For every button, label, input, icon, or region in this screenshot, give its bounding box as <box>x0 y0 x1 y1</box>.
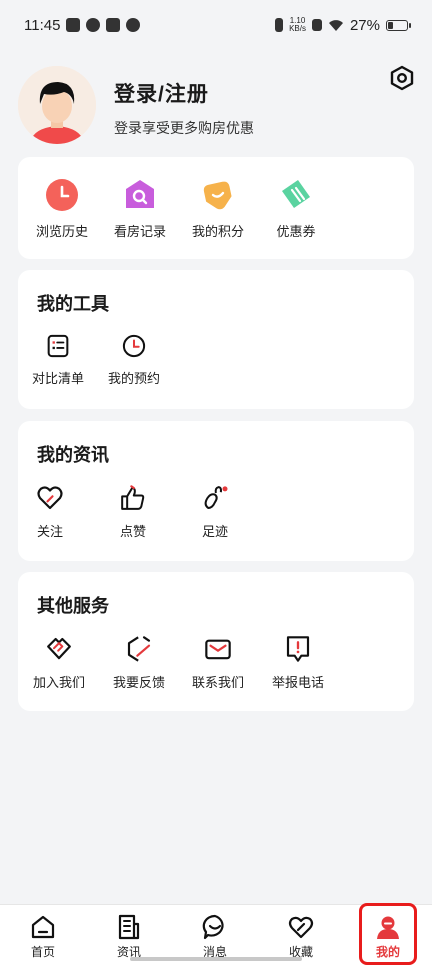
feedback-icon <box>127 636 151 662</box>
news-label: 点赞 <box>119 524 146 539</box>
news-label: 足迹 <box>201 524 228 539</box>
mail-icon <box>205 639 231 660</box>
house-search-icon <box>126 180 154 208</box>
ticket-icon <box>282 180 310 208</box>
wechat-icon <box>126 18 141 32</box>
tab-mine[interactable]: 我的 <box>359 903 417 965</box>
quick-actions-card: 浏览历史 看房记录 我的积分 优惠券 <box>18 157 414 259</box>
network-speed-unit: KB/s <box>289 24 306 33</box>
heart-icon <box>37 486 63 510</box>
service-contact-us[interactable]: 联系我们 <box>182 634 254 691</box>
tab-active-highlight <box>359 903 417 965</box>
message-icon <box>202 914 224 940</box>
status-left: 11:45 <box>24 16 141 34</box>
login-subtitle: 登录享受更多购房优惠 <box>114 120 254 136</box>
tool-compare-list[interactable]: 对比清单 <box>22 332 94 387</box>
tool-label: 我的预约 <box>107 371 160 386</box>
avatar-icon <box>18 66 96 144</box>
news-icon <box>118 914 140 940</box>
tab-messages[interactable]: 消息 <box>172 905 258 965</box>
quick-action-browse-history[interactable]: 浏览历史 <box>26 177 98 240</box>
tab-favorites[interactable]: 收藏 <box>258 905 344 965</box>
heart-icon <box>288 916 314 939</box>
tool-my-appointments[interactable]: 我的预约 <box>98 332 170 387</box>
service-label: 加入我们 <box>32 675 85 690</box>
services-title: 其他服务 <box>37 596 109 616</box>
points-tag-icon <box>203 181 232 210</box>
list-icon <box>47 334 69 358</box>
service-label: 联系我们 <box>191 675 244 690</box>
tab-home[interactable]: 首页 <box>0 905 86 965</box>
battery-percent: 27% <box>349 16 380 34</box>
tools-card: 我的工具 对比清单 我的预约 <box>18 270 414 409</box>
status-bar: 11:45 1.10 KB/s 27% <box>0 0 432 50</box>
footprint-icon <box>204 486 228 510</box>
status-time: 11:45 <box>24 16 61 34</box>
service-label: 举报电话 <box>271 675 324 690</box>
news-title: 我的资讯 <box>37 445 109 465</box>
news-follow[interactable]: 关注 <box>14 483 86 540</box>
tab-label: 首页 <box>30 945 55 959</box>
report-icon <box>286 636 310 662</box>
news-card: 我的资讯 关注 点赞 足迹 <box>18 421 414 561</box>
service-join-us[interactable]: 加入我们 <box>23 634 95 691</box>
quick-action-coupon[interactable]: 优惠券 <box>260 177 332 240</box>
app-notification-icon <box>106 18 121 32</box>
battery-icon <box>386 19 411 31</box>
check-icon <box>86 18 101 32</box>
service-feedback[interactable]: 我要反馈 <box>103 634 175 691</box>
news-footprint[interactable]: 足迹 <box>179 483 251 540</box>
service-label: 我要反馈 <box>112 675 165 690</box>
status-right: 1.10 KB/s 27% <box>275 16 411 34</box>
tab-news[interactable]: 资讯 <box>86 905 172 965</box>
avatar[interactable] <box>18 66 96 144</box>
handshake-icon <box>47 637 71 660</box>
vibrate-icon <box>275 18 284 32</box>
sim-icon <box>311 19 322 31</box>
quick-action-label: 优惠券 <box>276 224 316 239</box>
profile-header[interactable]: 登录/注册 登录享受更多购房优惠 <box>18 66 414 146</box>
home-icon <box>31 915 55 939</box>
bottom-tab-bar: 首页 资讯 消息 收藏 我的 <box>0 903 432 965</box>
service-report-phone[interactable]: 举报电话 <box>262 634 334 691</box>
quick-action-points[interactable]: 我的积分 <box>182 177 254 240</box>
tool-label: 对比清单 <box>31 371 84 386</box>
tools-title: 我的工具 <box>37 294 109 314</box>
news-likes[interactable]: 点赞 <box>97 483 169 540</box>
login-register-title[interactable]: 登录/注册 <box>114 78 209 108</box>
clock-icon <box>46 179 78 211</box>
network-speed: 1.10 KB/s <box>289 17 306 33</box>
quick-action-label: 我的积分 <box>191 224 244 239</box>
notification-icon <box>66 18 81 32</box>
quick-action-label: 浏览历史 <box>35 224 88 239</box>
thumbs-up-icon <box>121 485 145 510</box>
wifi-icon <box>328 19 343 31</box>
services-card: 其他服务 加入我们 我要反馈 联系我们 举报电话 <box>18 572 414 711</box>
quick-action-viewing-record[interactable]: 看房记录 <box>104 177 176 240</box>
news-label: 关注 <box>36 524 63 539</box>
clock-icon <box>122 334 146 358</box>
home-indicator <box>130 957 302 961</box>
quick-action-label: 看房记录 <box>113 224 166 239</box>
